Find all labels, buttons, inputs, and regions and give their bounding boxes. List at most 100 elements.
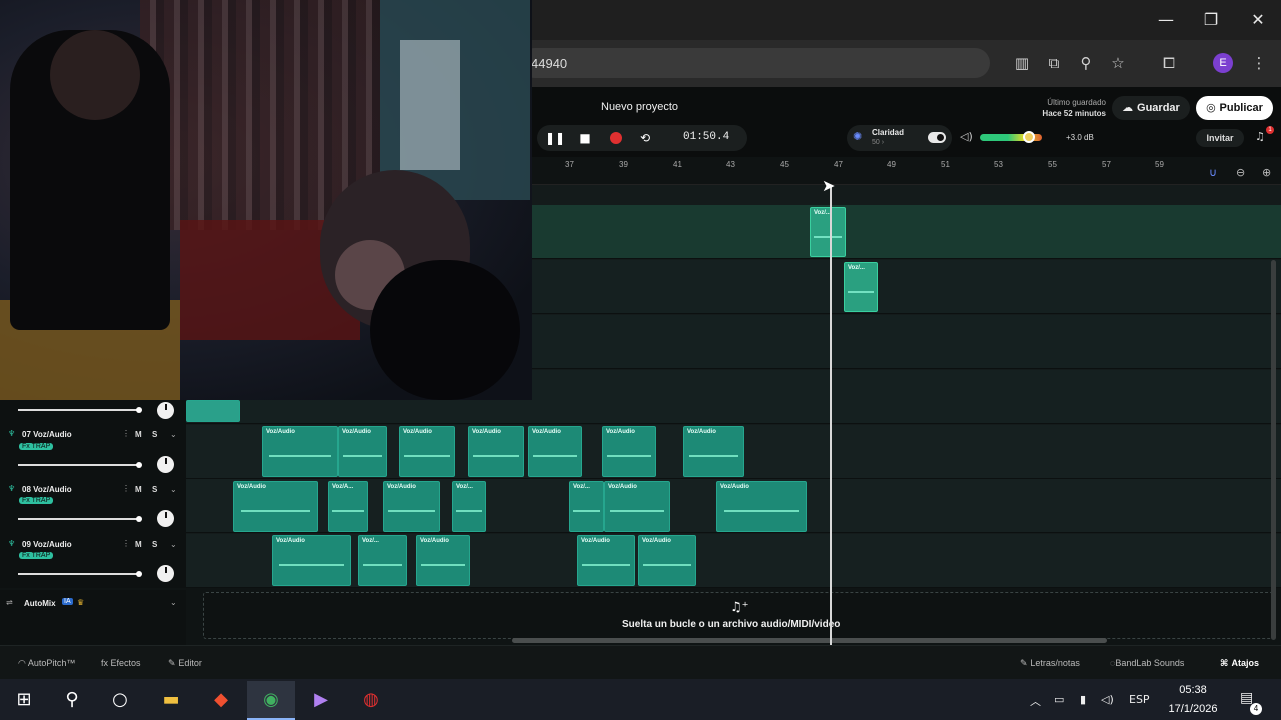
bell-icon[interactable]: ♫ xyxy=(1255,130,1265,143)
chevron-down-icon[interactable]: ⌄ xyxy=(170,540,177,549)
audio-clip[interactable]: Voz/A... xyxy=(328,481,368,532)
cortana-icon[interactable]: ○ xyxy=(108,688,132,712)
zoom-out-icon[interactable]: ⊖ xyxy=(1236,166,1245,179)
lyrics-button[interactable]: ✎ Letras/notas xyxy=(1020,658,1080,669)
windows-start-icon[interactable]: ⊞ xyxy=(12,688,36,712)
pan-knob[interactable] xyxy=(157,565,174,582)
mute-button[interactable]: M xyxy=(135,485,142,494)
vertical-scrollbar[interactable] xyxy=(1271,260,1276,640)
loop-button[interactable]: ⟲ xyxy=(634,128,656,148)
star-icon[interactable]: ☆ xyxy=(1107,52,1129,74)
maximize-button[interactable]: ❐ xyxy=(1199,8,1223,32)
save-button[interactable]: ☁ Guardar xyxy=(1112,96,1190,120)
audio-clip[interactable]: Voz/Audio xyxy=(399,426,455,477)
audio-clip[interactable] xyxy=(186,400,240,422)
audio-clip[interactable]: Voz/... xyxy=(569,481,604,532)
audio-clip[interactable]: Voz/Audio xyxy=(233,481,318,532)
display-icon[interactable]: ▭ xyxy=(1054,693,1064,706)
audio-clip[interactable]: Voz/... xyxy=(358,535,407,586)
volume-slider[interactable] xyxy=(18,516,142,522)
volume-slider[interactable] xyxy=(18,571,142,577)
audio-clip[interactable]: Voz/Audio xyxy=(683,426,744,477)
address-bar[interactable] xyxy=(520,48,990,78)
audio-clip[interactable]: Voz/Audio xyxy=(338,426,387,477)
pan-knob[interactable] xyxy=(157,510,174,527)
file-explorer-icon[interactable]: ▬ xyxy=(159,688,183,712)
language-indicator[interactable]: ESP xyxy=(1129,693,1150,706)
volume-slider[interactable] xyxy=(18,407,142,413)
magnet-icon[interactable]: ∪ xyxy=(1209,166,1217,179)
automix-label[interactable]: AutoMix xyxy=(24,599,56,608)
autopitch-button[interactable]: ◠ AutoPitch™ xyxy=(18,658,75,669)
editor-button[interactable]: ✎ Editor xyxy=(168,658,202,669)
chevron-down-icon[interactable]: ⌄ xyxy=(170,598,177,607)
audio-clip[interactable]: Voz/... xyxy=(810,207,846,257)
publish-button[interactable]: ◎ Publicar xyxy=(1196,96,1273,120)
solo-button[interactable]: S xyxy=(152,430,157,439)
menu-icon[interactable]: ⋮ xyxy=(1248,52,1270,74)
pan-knob[interactable] xyxy=(157,402,174,419)
track-name-09[interactable]: 09 Voz/Audio xyxy=(22,540,72,549)
bandlab-sounds-button[interactable]: ◌BandLab Sounds xyxy=(1110,658,1184,668)
horizontal-scrollbar[interactable] xyxy=(512,638,1107,643)
record-button[interactable] xyxy=(610,132,622,144)
stop-button[interactable]: ■ xyxy=(574,128,596,148)
pause-button[interactable]: ❚❚ xyxy=(544,128,566,148)
playhead[interactable] xyxy=(830,185,832,645)
usb-icon[interactable]: ▮ xyxy=(1080,693,1086,706)
more-icon[interactable]: ⋮ xyxy=(122,539,130,548)
effects-button[interactable]: fx Efectos xyxy=(101,658,141,668)
piano-icon[interactable]: ▥ xyxy=(1011,52,1033,74)
more-icon[interactable]: ⋮ xyxy=(122,484,130,493)
audio-clip[interactable]: Voz/... xyxy=(844,262,878,312)
project-name[interactable]: Nuevo proyecto xyxy=(601,101,678,113)
minimize-button[interactable]: — xyxy=(1154,8,1178,32)
invite-button[interactable]: Invitar xyxy=(1196,129,1244,147)
audio-clip[interactable]: Voz/Audio xyxy=(528,426,582,477)
media-player-icon[interactable]: ▶ xyxy=(309,688,333,712)
audio-clip[interactable]: Voz/Audio xyxy=(262,426,338,477)
chrome-icon[interactable]: ◉ xyxy=(259,688,283,712)
cast-icon[interactable]: ⧉ xyxy=(1043,52,1065,74)
more-icon[interactable]: ⋮ xyxy=(122,429,130,438)
fx-badge[interactable]: Fx TRAP xyxy=(19,443,54,450)
close-button[interactable]: ✕ xyxy=(1246,8,1270,32)
track-name-08[interactable]: 08 Voz/Audio xyxy=(22,485,72,494)
volume-slider[interactable] xyxy=(18,462,142,468)
shortcuts-button[interactable]: ⌘ Atajos xyxy=(1220,658,1259,669)
chevron-down-icon[interactable]: ⌄ xyxy=(170,485,177,494)
audio-clip[interactable]: Voz/Audio xyxy=(638,535,696,586)
mute-button[interactable]: M xyxy=(135,430,142,439)
profile-avatar[interactable]: E xyxy=(1213,53,1233,73)
solo-button[interactable]: S xyxy=(152,540,157,549)
audio-clip[interactable]: Voz/... xyxy=(452,481,486,532)
track-name-07[interactable]: 07 Voz/Audio xyxy=(22,430,72,439)
zoom-in-icon[interactable]: ⊕ xyxy=(1262,166,1271,179)
audio-clip[interactable]: Voz/Audio xyxy=(577,535,635,586)
clarity-toggle[interactable] xyxy=(928,132,946,143)
taskbar-date[interactable]: 17/1/2026 xyxy=(1160,703,1226,715)
audio-clip[interactable]: Voz/Audio xyxy=(383,481,440,532)
audio-clip[interactable]: Voz/Audio xyxy=(272,535,351,586)
fx-badge[interactable]: Fx TRAP xyxy=(19,552,54,559)
zoom-icon[interactable]: ⚲ xyxy=(1075,52,1097,74)
audio-clip[interactable]: Voz/Audio xyxy=(416,535,470,586)
pan-knob[interactable] xyxy=(157,456,174,473)
mute-button[interactable]: M xyxy=(135,540,142,549)
volume-icon[interactable]: ◁) xyxy=(1101,693,1114,706)
fx-badge[interactable]: Fx TRAP xyxy=(19,497,54,504)
chevron-up-icon[interactable]: ︿ xyxy=(1030,693,1041,709)
audio-clip[interactable]: Voz/Audio xyxy=(716,481,807,532)
timeline-ruler[interactable] xyxy=(532,157,1281,185)
clarity-value[interactable]: 50 › xyxy=(872,139,884,146)
solo-button[interactable]: S xyxy=(152,485,157,494)
brave-browser-icon[interactable]: ◆ xyxy=(209,688,233,712)
volume-icon[interactable]: ◁) xyxy=(960,130,973,143)
search-icon[interactable]: ⚲ xyxy=(60,688,84,712)
audio-clip[interactable]: Voz/Audio xyxy=(604,481,670,532)
chevron-down-icon[interactable]: ⌄ xyxy=(170,430,177,439)
audio-clip[interactable]: Voz/Audio xyxy=(468,426,524,477)
taskbar-time[interactable]: 05:38 xyxy=(1165,684,1221,696)
extensions-icon[interactable]: ⧠ xyxy=(1158,52,1180,74)
obs-icon[interactable]: ◍ xyxy=(359,688,383,712)
